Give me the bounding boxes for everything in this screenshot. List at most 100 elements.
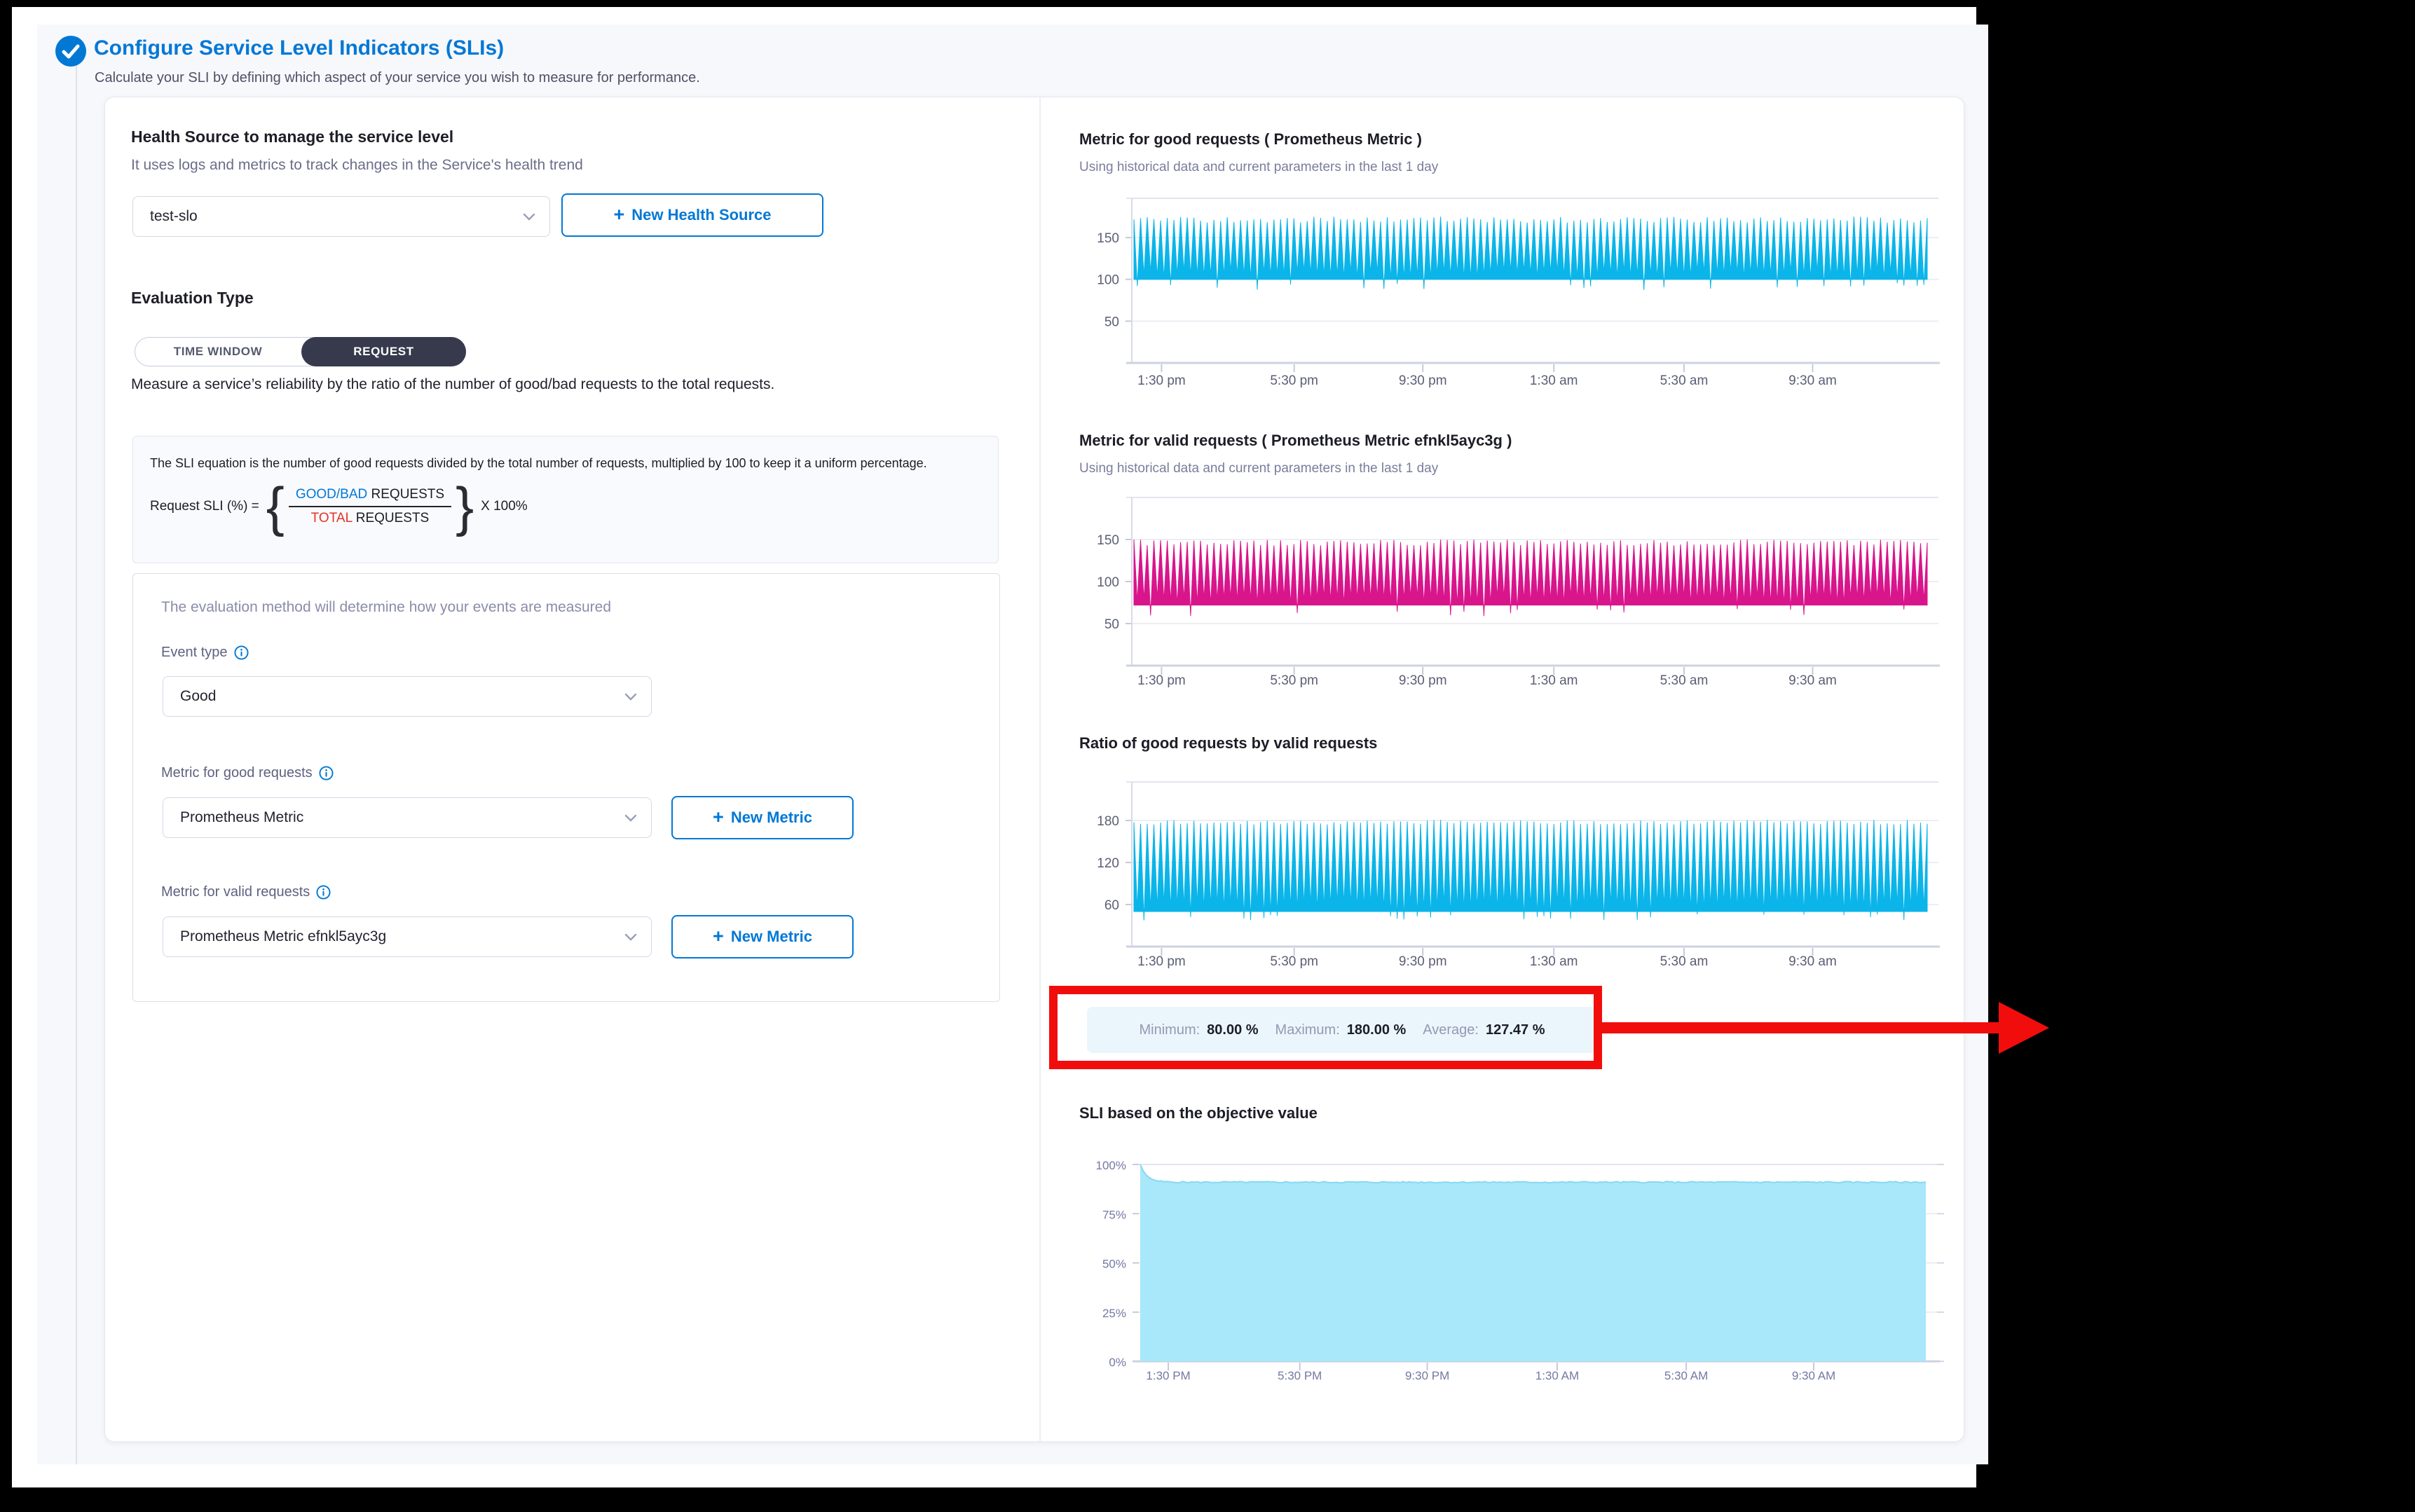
denominator-rest: REQUESTS <box>352 511 429 525</box>
svg-text:25%: 25% <box>1102 1307 1126 1320</box>
svg-text:150: 150 <box>1097 533 1119 548</box>
annotation-highlight-box <box>1049 986 1602 1069</box>
info-icon[interactable] <box>316 885 331 900</box>
evaluation-type-heading: Evaluation Type <box>131 289 254 308</box>
svg-text:9:30 am: 9:30 am <box>1788 954 1837 969</box>
svg-text:75%: 75% <box>1102 1208 1126 1221</box>
annotation-arrow-shaft <box>1599 1022 2002 1033</box>
svg-text:5:30 AM: 5:30 AM <box>1664 1369 1708 1382</box>
evaluation-method-description: The evaluation method will determine how… <box>161 599 611 616</box>
request-evaluation-description: Measure a service’s reliability by the r… <box>131 373 990 395</box>
equation-multiplier: X 100% <box>481 499 528 514</box>
svg-text:50: 50 <box>1104 617 1119 632</box>
wizard-step-connector <box>76 66 77 1464</box>
svg-text:1:30 pm: 1:30 pm <box>1137 673 1186 688</box>
browser-viewport: Configure Service Level Indicators (SLIs… <box>12 7 1976 1487</box>
screen: Configure Service Level Indicators (SLIs… <box>0 0 2415 1512</box>
valid-requests-chart-title: Metric for valid requests ( Prometheus M… <box>1079 432 1512 450</box>
svg-text:180: 180 <box>1097 814 1119 829</box>
annotation-arrow-head-icon <box>1999 1002 2049 1054</box>
svg-text:9:30 pm: 9:30 pm <box>1399 954 1447 969</box>
chevron-down-icon <box>624 814 637 822</box>
valid-requests-chart-subtitle: Using historical data and current parame… <box>1079 461 1438 476</box>
new-metric-button-label: New Metric <box>731 928 812 946</box>
numerator-rest: REQUESTS <box>367 487 444 502</box>
event-type-label-text: Event type <box>161 645 228 661</box>
svg-text:5:30 pm: 5:30 pm <box>1270 673 1318 688</box>
svg-text:100%: 100% <box>1096 1159 1126 1172</box>
svg-text:9:30 am: 9:30 am <box>1788 673 1837 688</box>
svg-text:5:30 am: 5:30 am <box>1660 954 1709 969</box>
svg-text:50: 50 <box>1104 315 1119 329</box>
plus-icon: + <box>713 927 724 946</box>
new-metric-button-good[interactable]: + New Metric <box>671 796 854 839</box>
svg-text:150: 150 <box>1097 231 1119 246</box>
svg-text:1:30 am: 1:30 am <box>1530 373 1578 388</box>
good-requests-chart: 150 100 50 1:30 pm 5:30 pm 9:30 pm 1:30 am 5:30… <box>1056 182 1974 403</box>
equation-denominator: TOTAL REQUESTS <box>289 507 451 528</box>
sli-objective-chart: 100% 75% 50% 25% 0% 1:30 PM 5:30 PM 9:30 PM 1:30… <box>1056 1146 1974 1405</box>
svg-text:60: 60 <box>1104 898 1119 913</box>
new-health-source-button[interactable]: + New Health Source <box>561 193 823 237</box>
sli-equation-explainer: The SLI equation is the number of good r… <box>150 455 963 472</box>
svg-text:1:30 am: 1:30 am <box>1530 954 1578 969</box>
svg-text:1:30 AM: 1:30 AM <box>1535 1369 1579 1382</box>
health-source-select-value: test-slo <box>150 208 523 225</box>
step-complete-check-icon <box>55 35 87 67</box>
new-metric-button-label: New Metric <box>731 809 812 827</box>
equation-open-brace: { <box>266 479 285 534</box>
event-type-select[interactable]: Good <box>163 676 652 717</box>
svg-text:9:30 pm: 9:30 pm <box>1399 373 1447 388</box>
column-divider <box>1039 97 1041 1441</box>
toggle-option-time-window[interactable]: TIME WINDOW <box>135 337 301 366</box>
good-metric-label-text: Metric for good requests <box>161 765 313 781</box>
svg-text:1:30 pm: 1:30 pm <box>1137 373 1186 388</box>
valid-metric-select[interactable]: Prometheus Metric efnkl5ayc3g <box>163 916 652 957</box>
health-source-select[interactable]: test-slo <box>132 196 550 237</box>
good-metric-select-value: Prometheus Metric <box>180 809 624 826</box>
svg-text:1:30 pm: 1:30 pm <box>1137 954 1186 969</box>
numerator-highlight: GOOD/BAD <box>296 487 367 502</box>
valid-metric-label-text: Metric for valid requests <box>161 884 310 900</box>
equation-lhs: Request SLI (%) = <box>150 499 259 514</box>
svg-text:5:30 PM: 5:30 PM <box>1278 1369 1322 1382</box>
svg-text:9:30 pm: 9:30 pm <box>1399 673 1447 688</box>
valid-metric-select-value: Prometheus Metric efnkl5ayc3g <box>180 928 624 945</box>
svg-text:100: 100 <box>1097 273 1119 288</box>
ratio-chart-title: Ratio of good requests by valid requests <box>1079 734 1377 752</box>
sli-equation-box: The SLI equation is the number of good r… <box>132 436 999 563</box>
toggle-option-request[interactable]: REQUEST <box>301 337 466 366</box>
svg-text:5:30 am: 5:30 am <box>1660 373 1709 388</box>
good-metric-select[interactable]: Prometheus Metric <box>163 797 652 838</box>
svg-text:5:30 am: 5:30 am <box>1660 673 1709 688</box>
info-icon[interactable] <box>319 766 334 781</box>
equation-close-brace: } <box>456 479 474 534</box>
svg-text:0%: 0% <box>1109 1356 1126 1369</box>
info-icon[interactable] <box>234 645 249 660</box>
plus-icon: + <box>713 808 724 827</box>
new-health-source-button-label: New Health Source <box>631 206 771 224</box>
chevron-down-icon <box>624 693 637 701</box>
svg-text:9:30 PM: 9:30 PM <box>1405 1369 1449 1382</box>
svg-text:9:30 AM: 9:30 AM <box>1792 1369 1835 1382</box>
equation-numerator: GOOD/BAD REQUESTS <box>289 486 451 507</box>
event-type-select-value: Good <box>180 688 624 705</box>
svg-text:5:30 pm: 5:30 pm <box>1270 373 1318 388</box>
denominator-highlight: TOTAL <box>311 511 353 525</box>
svg-text:100: 100 <box>1097 575 1119 590</box>
sli-chart-title: SLI based on the objective value <box>1079 1104 1318 1122</box>
svg-text:1:30 PM: 1:30 PM <box>1146 1369 1190 1382</box>
svg-text:9:30 am: 9:30 am <box>1788 373 1837 388</box>
svg-text:50%: 50% <box>1102 1258 1126 1271</box>
sli-equation: Request SLI (%) = { GOOD/BAD REQUESTS TO… <box>150 479 981 534</box>
page-subtitle: Calculate your SLI by defining which asp… <box>95 70 700 86</box>
equation-fraction: GOOD/BAD REQUESTS TOTAL REQUESTS <box>289 486 451 528</box>
new-metric-button-valid[interactable]: + New Metric <box>671 915 854 958</box>
svg-text:1:30 am: 1:30 am <box>1530 673 1578 688</box>
page-title: Configure Service Level Indicators (SLIs… <box>94 36 504 60</box>
health-source-description: It uses logs and metrics to track change… <box>131 157 583 174</box>
ratio-chart: 180120601:30 pm5:30 pm9:30 pm1:30 am5:30… <box>1056 771 1974 984</box>
good-requests-chart-subtitle: Using historical data and current parame… <box>1079 160 1438 175</box>
health-source-heading: Health Source to manage the service leve… <box>131 128 453 146</box>
good-requests-chart-title: Metric for good requests ( Prometheus Me… <box>1079 130 1422 149</box>
